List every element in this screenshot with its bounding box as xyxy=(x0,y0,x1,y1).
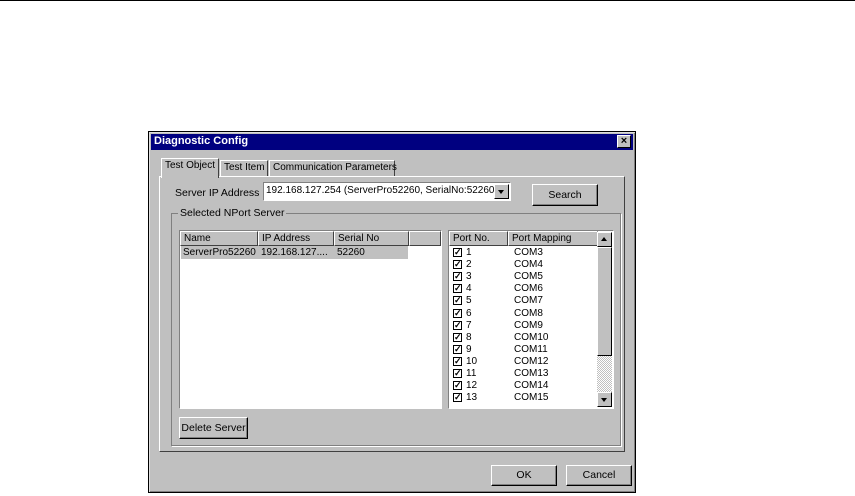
list-item[interactable]: ✓ 10 COM12 xyxy=(453,356,593,368)
port-mapping: COM8 xyxy=(514,307,543,319)
column-header-port-no[interactable]: Port No. xyxy=(449,231,508,246)
tab-communication-parameters[interactable]: Communication Parameters xyxy=(269,160,397,176)
checkbox-checked-icon[interactable]: ✓ xyxy=(453,344,462,354)
list-item[interactable]: ✓ 12 COM14 xyxy=(453,380,593,392)
checkbox-checked-icon[interactable]: ✓ xyxy=(453,393,462,403)
checkbox-checked-icon[interactable]: ✓ xyxy=(453,308,462,318)
port-number: 12 xyxy=(466,380,478,392)
server-ip-cell: 192.168.127.... xyxy=(261,247,328,258)
server-serial-cell: 52260 xyxy=(337,247,365,258)
port-mapping: COM9 xyxy=(514,319,543,331)
checkbox-checked-icon[interactable]: ✓ xyxy=(453,369,462,378)
port-number: 3 xyxy=(466,271,472,283)
server-ip-value: 192.168.127.254 (ServerPro52260, SerialN… xyxy=(266,185,498,196)
checkbox-checked-icon[interactable]: ✓ xyxy=(453,381,462,391)
server-name-cell: ServerPro52260 xyxy=(183,247,256,258)
port-number: 4 xyxy=(466,283,472,295)
search-button[interactable]: Search xyxy=(532,184,598,206)
server-ip-combobox[interactable]: 192.168.127.254 (ServerPro52260, SerialN… xyxy=(263,182,511,201)
column-header-port-mapping[interactable]: Port Mapping xyxy=(508,231,598,246)
port-number: 10 xyxy=(466,355,478,367)
checkbox-checked-icon[interactable]: ✓ xyxy=(453,272,462,282)
page-top-rule xyxy=(0,0,855,1)
chevron-up-icon xyxy=(601,237,607,241)
checkbox-checked-icon[interactable]: ✓ xyxy=(453,260,462,270)
list-item[interactable]: ✓ 7 COM9 xyxy=(453,320,593,332)
checkbox-checked-icon[interactable]: ✓ xyxy=(453,296,462,306)
list-item[interactable]: ✓ 6 COM8 xyxy=(453,308,593,320)
dropdown-button[interactable] xyxy=(494,184,509,199)
close-icon[interactable]: × xyxy=(617,135,631,148)
list-item[interactable]: ✓ 9 COM11 xyxy=(453,344,593,356)
ok-button[interactable]: OK xyxy=(491,465,557,486)
column-header-serial-no[interactable]: Serial No xyxy=(334,231,409,246)
checkbox-checked-icon[interactable]: ✓ xyxy=(453,332,462,342)
port-list-scrollbar[interactable] xyxy=(597,232,612,407)
column-header-ip-address[interactable]: IP Address xyxy=(258,231,334,246)
port-number: 1 xyxy=(466,247,472,258)
checkbox-checked-icon[interactable]: ✓ xyxy=(453,284,462,294)
port-number: 7 xyxy=(466,319,472,331)
table-row[interactable]: ServerPro52260 192.168.127.... 52260 xyxy=(181,246,408,259)
port-mapping: COM3 xyxy=(514,247,543,258)
list-item[interactable]: ✓ 2 COM4 xyxy=(453,259,593,271)
port-number: 13 xyxy=(466,392,478,404)
port-number: 2 xyxy=(466,259,472,271)
cancel-button[interactable]: Cancel xyxy=(566,465,632,486)
port-mapping: COM6 xyxy=(514,283,543,295)
port-mapping: COM4 xyxy=(514,259,543,271)
diagnostic-config-dialog: Diagnostic Config × Test Object Test Ite… xyxy=(148,131,636,493)
group-title: Selected NPort Server xyxy=(178,207,287,219)
chevron-down-icon xyxy=(601,398,607,402)
port-mapping: COM14 xyxy=(514,380,549,392)
port-number: 9 xyxy=(466,343,472,355)
list-item[interactable]: ✓ 4 COM6 xyxy=(453,283,593,295)
checkbox-checked-icon[interactable]: ✓ xyxy=(453,356,462,366)
tab-test-object[interactable]: Test Object xyxy=(161,158,219,178)
port-mapping: COM7 xyxy=(514,295,543,307)
title-bar[interactable]: Diagnostic Config × xyxy=(151,134,633,150)
column-header-name[interactable]: Name xyxy=(180,231,258,246)
tab-test-item[interactable]: Test Item xyxy=(220,160,268,176)
port-number: 5 xyxy=(466,295,472,307)
scroll-thumb[interactable] xyxy=(597,247,612,356)
list-item[interactable]: ✓ 11 COM13 xyxy=(453,368,593,380)
port-number: 11 xyxy=(466,368,477,379)
list-item[interactable]: ✓ 8 COM10 xyxy=(453,332,593,344)
list-item[interactable]: ✓ 3 COM5 xyxy=(453,271,593,283)
server-ip-label: Server IP Address xyxy=(175,187,260,199)
checkbox-checked-icon[interactable]: ✓ xyxy=(453,248,462,257)
port-mapping: COM10 xyxy=(514,331,549,343)
column-header-filler xyxy=(409,231,441,246)
port-number: 6 xyxy=(466,307,472,319)
port-mapping: COM12 xyxy=(514,355,549,367)
port-mapping: COM13 xyxy=(514,368,549,379)
delete-server-button[interactable]: Delete Server xyxy=(179,417,248,439)
port-mapping: COM5 xyxy=(514,271,543,283)
list-item[interactable]: ✓ 1 COM3 xyxy=(453,247,593,259)
list-item[interactable]: ✓ 13 COM15 xyxy=(453,392,593,404)
window-title: Diagnostic Config xyxy=(154,135,249,147)
list-item[interactable]: ✓ 5 COM7 xyxy=(453,295,593,307)
scroll-up-button[interactable] xyxy=(597,232,612,247)
port-mapping: COM11 xyxy=(514,343,548,355)
chevron-down-icon xyxy=(498,190,504,194)
port-number: 8 xyxy=(466,331,472,343)
port-mapping: COM15 xyxy=(514,392,549,404)
server-list[interactable]: Name IP Address Serial No ServerPro52260… xyxy=(179,230,442,409)
scroll-down-button[interactable] xyxy=(597,392,612,407)
checkbox-checked-icon[interactable]: ✓ xyxy=(453,320,462,330)
port-list[interactable]: Port No. Port Mapping ✓ 1 COM3 ✓ 2 COM4 ✓ 3 COM5… xyxy=(448,230,614,409)
